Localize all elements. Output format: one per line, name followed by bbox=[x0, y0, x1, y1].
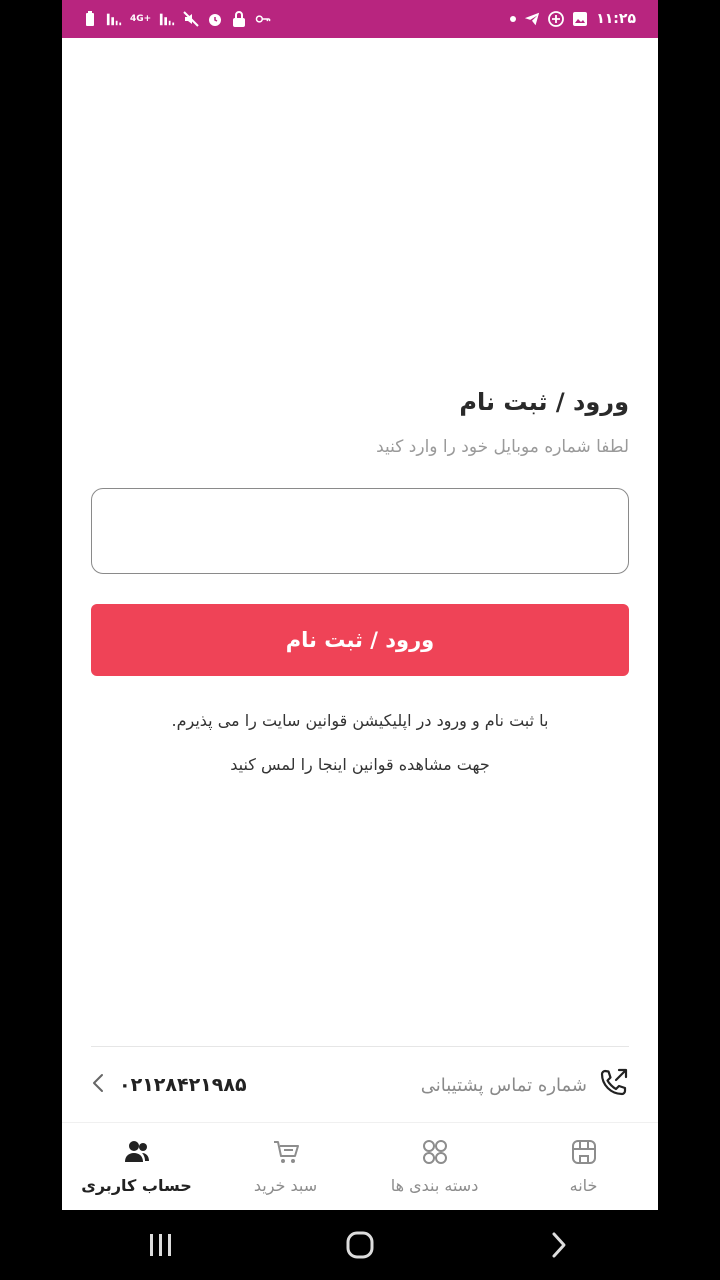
clock-label: ۱۱:۲۵ bbox=[596, 11, 636, 27]
divider bbox=[91, 1046, 629, 1047]
home-button[interactable] bbox=[330, 1220, 390, 1270]
battery-icon bbox=[82, 11, 98, 27]
view-terms-link[interactable]: جهت مشاهده قوانین اینجا را لمس کنید bbox=[91, 750, 629, 780]
status-left: 4G+ bbox=[82, 11, 271, 27]
users-icon bbox=[123, 1138, 151, 1170]
support-label: شماره تماس پشتیبانی bbox=[420, 1074, 587, 1096]
support-label-wrap: شماره تماس پشتیبانی bbox=[421, 1067, 629, 1103]
lock-icon bbox=[231, 11, 247, 27]
nav-home-label: خانه bbox=[569, 1176, 598, 1195]
cart-icon bbox=[272, 1138, 300, 1170]
support-contact-row[interactable]: شماره تماس پشتیبانی ۰۲۱۲۸۴۲۱۹۸۵ bbox=[91, 1060, 629, 1110]
telegram-icon bbox=[524, 11, 540, 27]
nav-account-label: حساب کاربری bbox=[81, 1176, 192, 1195]
add-circle-icon bbox=[548, 11, 565, 27]
nav-home[interactable]: خانه bbox=[509, 1123, 658, 1210]
chevron-right-icon bbox=[552, 1232, 566, 1258]
support-phone-number: ۰۲۱۲۸۴۲۱۹۸۵ bbox=[119, 1074, 247, 1096]
categories-icon bbox=[421, 1138, 449, 1170]
support-phone-wrap: ۰۲۱۲۸۴۲۱۹۸۵ bbox=[91, 1072, 247, 1098]
system-navigation-bar bbox=[62, 1210, 658, 1280]
app-screen: 4G+ ۱۱:۲۵ ورود / ثبت نام لطفا شماره موبا… bbox=[62, 0, 658, 1210]
login-button[interactable]: ورود / ثبت نام bbox=[91, 604, 629, 676]
terms-notice: با ثبت نام و ورود در اپلیکیشن قوانین سای… bbox=[171, 711, 549, 730]
phone-call-icon bbox=[597, 1067, 629, 1103]
home-icon bbox=[570, 1138, 598, 1170]
status-bar: 4G+ ۱۱:۲۵ bbox=[62, 0, 658, 38]
signal-icon bbox=[106, 11, 122, 27]
status-right: ۱۱:۲۵ bbox=[510, 11, 636, 27]
recent-apps-button[interactable] bbox=[131, 1220, 191, 1270]
nav-account[interactable]: حساب کاربری bbox=[62, 1123, 211, 1210]
phone-instructions: لطفا شماره موبایل خود را وارد کنید bbox=[376, 437, 629, 457]
login-form: ورود / ثبت نام لطفا شماره موبایل خود را … bbox=[91, 380, 629, 780]
nav-cart-label: سبد خرید bbox=[253, 1176, 318, 1195]
nav-cart[interactable]: سبد خرید bbox=[211, 1123, 360, 1210]
network-type-label: 4G+ bbox=[130, 14, 152, 24]
back-button[interactable] bbox=[529, 1220, 589, 1270]
notification-dot-icon bbox=[510, 16, 517, 22]
page-title: ورود / ثبت نام bbox=[459, 388, 629, 416]
gallery-icon bbox=[572, 11, 588, 27]
chevron-left-icon bbox=[91, 1072, 105, 1098]
key-icon bbox=[255, 11, 271, 27]
bottom-navigation: خانه دسته بندی ها سبد خرید حساب کاربری bbox=[62, 1122, 658, 1210]
nav-categories-label: دسته بندی ها bbox=[390, 1176, 479, 1195]
recent-apps-icon bbox=[150, 1234, 172, 1256]
home-circle-icon bbox=[346, 1231, 374, 1259]
nav-categories[interactable]: دسته بندی ها bbox=[360, 1123, 509, 1210]
signal-2-icon bbox=[159, 11, 175, 27]
alarm-icon bbox=[207, 11, 223, 27]
phone-input[interactable] bbox=[91, 488, 629, 574]
mute-icon bbox=[183, 11, 199, 27]
